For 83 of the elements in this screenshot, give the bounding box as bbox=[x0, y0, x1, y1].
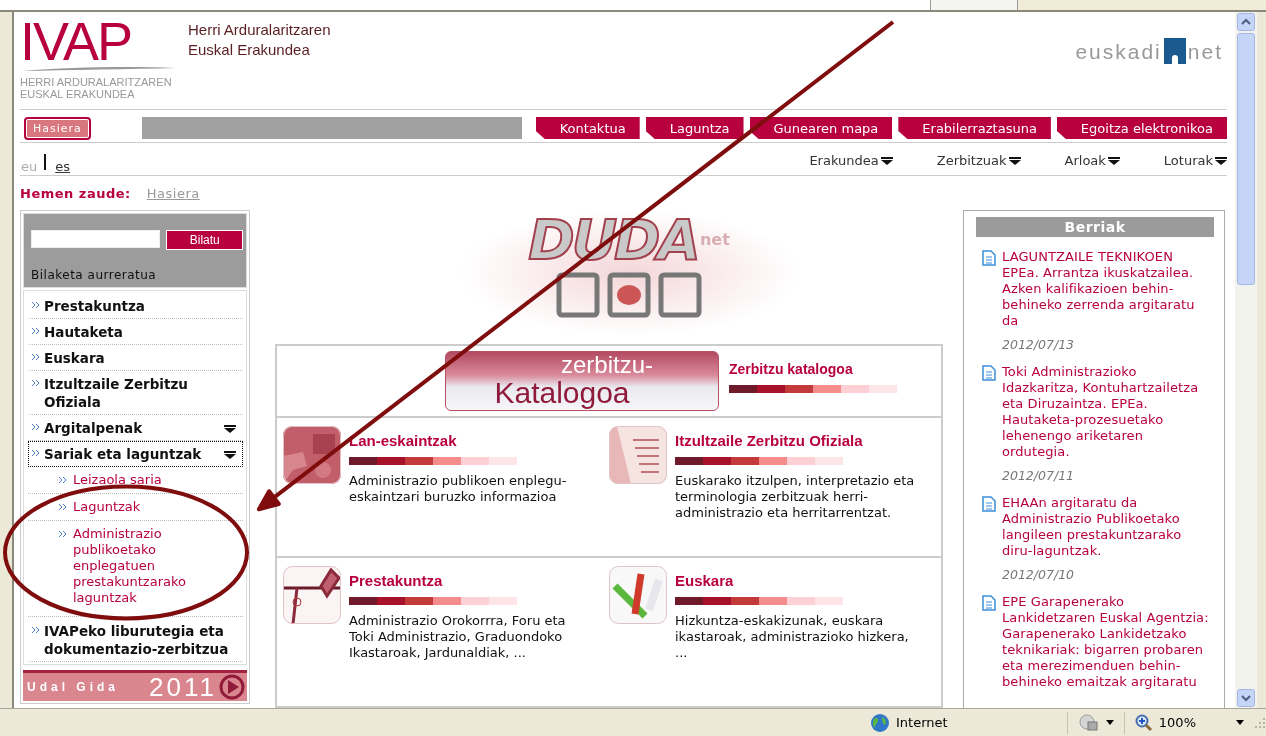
service-link[interactable]: Itzultzaile Zerbitzu Ofiziala bbox=[675, 432, 920, 449]
language-link[interactable]: es bbox=[54, 159, 72, 174]
sidebar-item[interactable]: Prestakuntza bbox=[28, 293, 243, 319]
catalog-banner[interactable]: zerbitzu- Katalogoa bbox=[445, 351, 719, 411]
zone-label: Internet bbox=[896, 715, 948, 730]
caret-icon bbox=[1008, 156, 1021, 165]
nav-tab[interactable]: Egoitza elektronikoa bbox=[1056, 117, 1227, 139]
submenu-item[interactable]: Administrazio publikoetako enplegatuen prestakuntzarako laguntzak bbox=[28, 521, 243, 617]
nav-tab[interactable]: Gunearen mapa bbox=[749, 117, 893, 139]
logo-wordmark: IVAP bbox=[20, 18, 132, 64]
service-description: Hizkuntza-eskakizunak, euskara ikastaroak, administrazioko hizkera, ... bbox=[675, 613, 910, 661]
news-link[interactable]: Toki Administrazioko Idazkaritza, Kontuhartzailetza eta Diruzaintza. EPEa. Hautaketa-prozesuetako lehenengo ariketaren ordutegia. bbox=[1002, 364, 1214, 460]
chevrons-icon bbox=[58, 530, 67, 538]
submenu-item[interactable]: Laguntzak bbox=[28, 494, 243, 521]
service-link[interactable]: Prestakuntza bbox=[349, 572, 594, 589]
globe-icon bbox=[870, 712, 890, 733]
nav-tab[interactable]: Kontaktua bbox=[535, 117, 640, 139]
document-icon bbox=[982, 496, 996, 512]
sidebar-item[interactable]: IVAPeko liburutegia eta dokumentazio-zerbitzua bbox=[28, 617, 243, 662]
sidebar-item[interactable]: Itzultzaile Zerbitzu Ofiziala bbox=[28, 371, 243, 415]
caret-icon bbox=[224, 425, 236, 433]
advanced-search-link[interactable]: Bilaketa aurreratua bbox=[31, 268, 243, 282]
search-field[interactable] bbox=[31, 230, 161, 248]
news-date: 2012/07/13 bbox=[1001, 337, 1076, 352]
play-icon bbox=[219, 674, 245, 700]
caret-icon bbox=[880, 156, 893, 165]
document-icon bbox=[982, 365, 996, 381]
news-heading: Berriak bbox=[976, 217, 1214, 237]
menu-link[interactable]: Erakundea bbox=[809, 153, 893, 168]
sidebar-item[interactable]: Euskara bbox=[28, 345, 243, 371]
caret-icon bbox=[224, 451, 236, 459]
caret-icon bbox=[1107, 156, 1120, 165]
submenu-item[interactable]: Leizaola saria bbox=[28, 467, 243, 494]
zoom-icon[interactable] bbox=[1134, 713, 1153, 732]
scrollbar-thumb[interactable] bbox=[1237, 33, 1255, 285]
service-description: Administrazio Orokorrra, Foru eta Toki Administrazio, Graduondoko Ikastaroak, Jardunaldiak, ... bbox=[349, 613, 567, 661]
banner-year: 2011 bbox=[149, 673, 217, 701]
service-link[interactable]: Lan-eskaintzak bbox=[349, 432, 594, 449]
search-button[interactable]: Bilatu bbox=[166, 230, 243, 250]
scroll-down-icon[interactable] bbox=[1237, 689, 1255, 707]
partner-logo-text: euskadi bbox=[1075, 40, 1162, 64]
chevrons-icon bbox=[31, 626, 40, 634]
menu-link[interactable]: Zerbitzuak bbox=[936, 153, 1021, 168]
service-description: Administrazio publikoen enplegu-eskaintzari buruzko informazioa bbox=[349, 473, 568, 505]
chevrons-icon bbox=[31, 353, 40, 361]
chevrons-icon bbox=[58, 476, 67, 484]
service-description: Euskarako itzulpen, interpretazio eta terminologia zerbitzuak herri-administrazio eta herritarrentzat. bbox=[675, 473, 916, 521]
document-icon bbox=[982, 595, 996, 611]
breadcrumb-label: Hemen zaude: bbox=[20, 185, 131, 201]
menu-link[interactable]: Loturak bbox=[1163, 153, 1227, 168]
news-date: 2012/07/11 bbox=[1001, 468, 1076, 483]
catalog-link[interactable]: Zerbitzu katalogoa bbox=[729, 361, 897, 377]
banner-title: zerbitzu- bbox=[561, 353, 653, 377]
news-link[interactable]: EPE Garapenerako Lankidetzaren Euskal Agentzia: Garapenerako Lankidetzako teknikariak: bigarren probaren eta merezimenduen behin-behineko emaitzak argitaratu bbox=[1002, 594, 1214, 690]
banner-title: Katalogoa bbox=[494, 377, 630, 409]
news-date: 2012/07/10 bbox=[1001, 567, 1076, 582]
chevrons-icon bbox=[31, 379, 40, 387]
house-icon bbox=[1163, 38, 1186, 64]
partner-logo-text: net bbox=[1187, 40, 1223, 64]
nav-tab[interactable]: Erabilerraztasuna bbox=[898, 117, 1051, 139]
sidebar-item[interactable]: Argitalpenak bbox=[28, 415, 243, 441]
logo-subtitle: HERRI ARDURALARITZAREN EUSKAL ERAKUNDEA bbox=[20, 76, 173, 100]
sidebar-item[interactable]: Hautaketa bbox=[28, 319, 243, 345]
menu-link[interactable]: Arloak bbox=[1064, 153, 1120, 168]
service-link[interactable]: Euskara bbox=[675, 572, 920, 589]
news-link[interactable]: EHAAn argitaratu da Administrazio Publikoetako langileen prestakuntzarako diru-laguntzak. bbox=[1002, 495, 1214, 559]
chevrons-icon bbox=[31, 327, 40, 335]
chevrons-icon bbox=[31, 449, 40, 457]
nav-tab[interactable]: Laguntza bbox=[645, 117, 744, 139]
zoom-level[interactable]: 100% bbox=[1158, 715, 1196, 730]
caret-icon bbox=[1215, 156, 1227, 165]
caret-icon[interactable] bbox=[1105, 720, 1114, 725]
chevrons-icon bbox=[31, 301, 40, 309]
organization-name: Herri Arduralaritzaren Euskal Erakundea bbox=[188, 20, 331, 60]
sidebar-item[interactable]: Sariak eta laguntzak bbox=[28, 441, 243, 467]
scroll-up-icon[interactable] bbox=[1237, 13, 1255, 31]
caret-icon[interactable] bbox=[1236, 720, 1244, 725]
chevrons-icon bbox=[31, 423, 40, 431]
chevrons-icon bbox=[58, 503, 67, 511]
news-link[interactable]: LAGUNTZAILE TEKNIKOEN EPEa. Arrantza ikuskatzailea. Azken kalifikazioen behin-behineko zerrenda argitaratu da bbox=[1002, 249, 1214, 329]
document-icon bbox=[982, 250, 996, 266]
logo-wordmark: net bbox=[699, 230, 730, 249]
banner-title: Udal Gida bbox=[27, 680, 119, 694]
